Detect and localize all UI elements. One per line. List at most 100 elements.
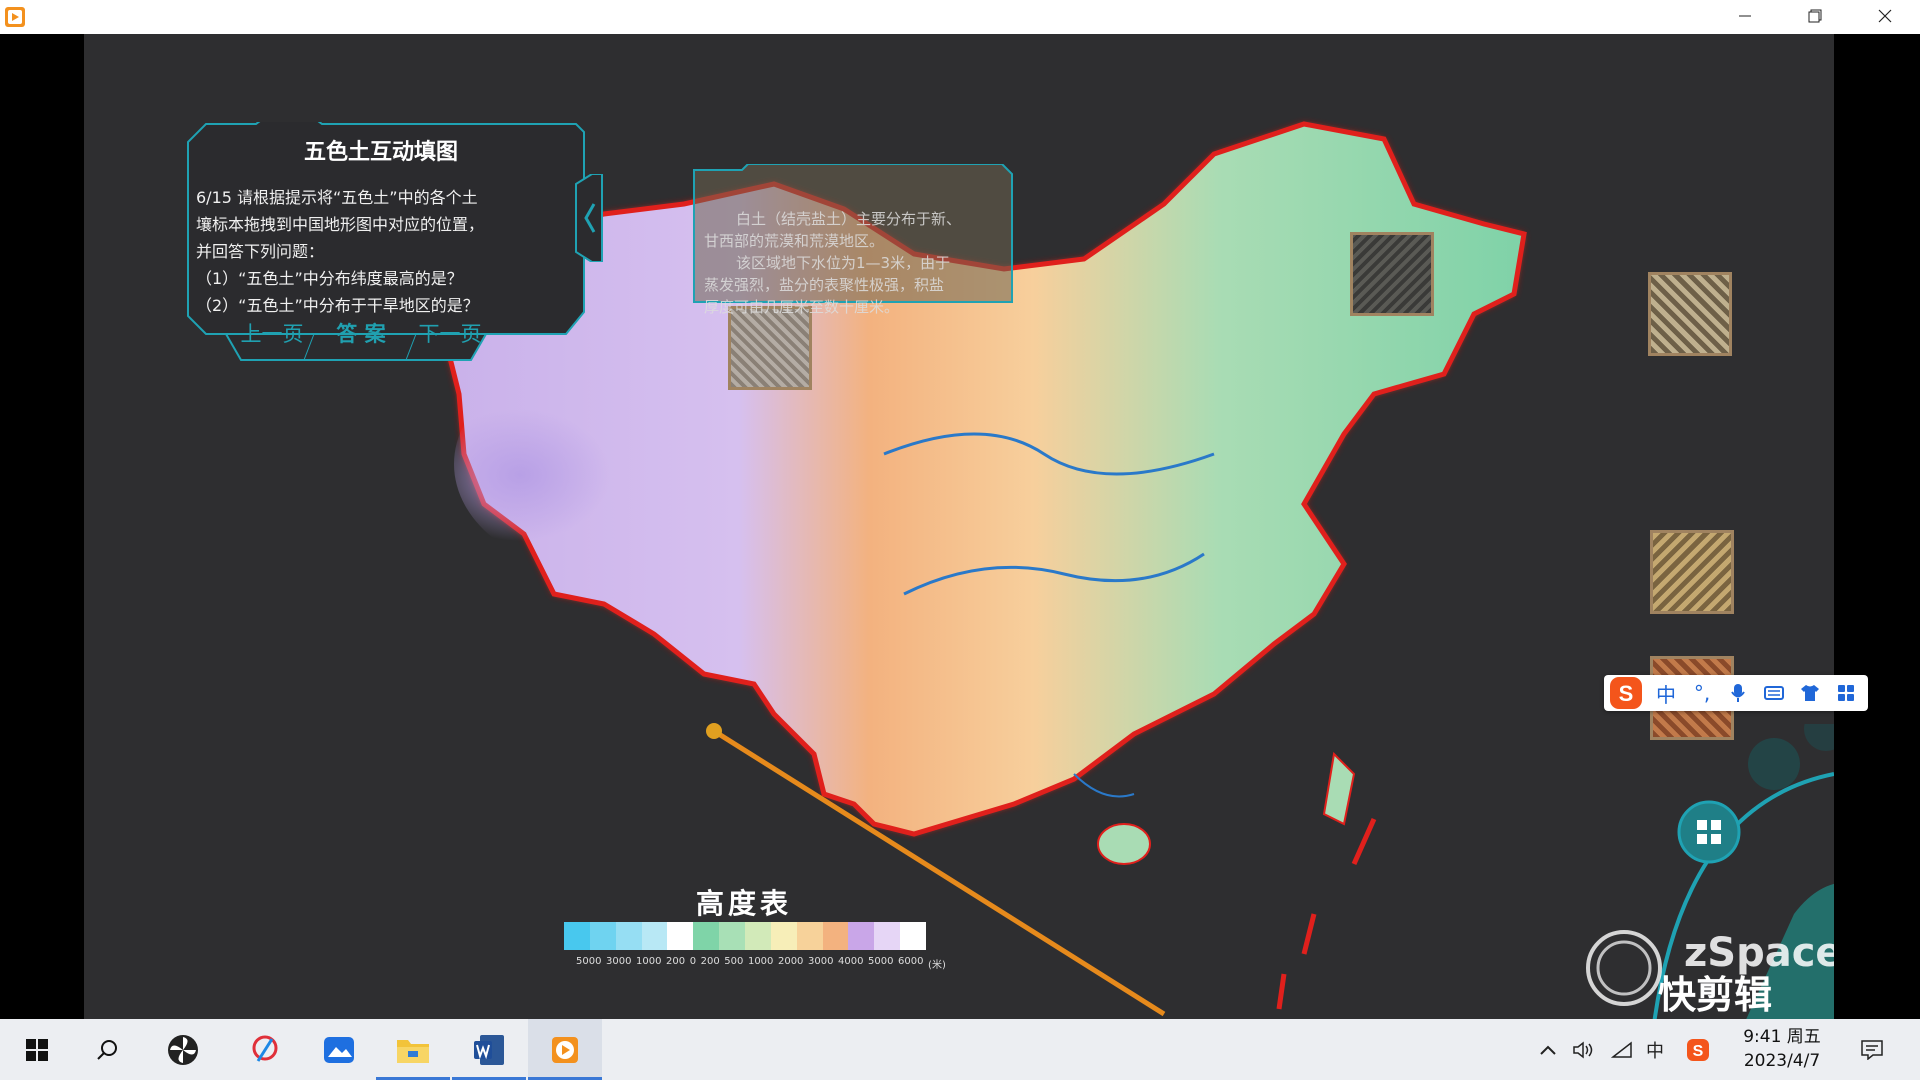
prev-page-button[interactable]: 上一页 <box>232 318 312 348</box>
clock-date: 2023/4/7 <box>1743 1051 1821 1071</box>
info-line: 厚度可由几厘米至数十厘米。 <box>704 298 900 316</box>
question-title: 五色土互动填图 <box>303 140 458 165</box>
legend-swatch <box>564 922 590 950</box>
soil-specimen-black[interactable] <box>1350 232 1434 316</box>
legend-title: 高度表 <box>696 887 793 920</box>
restore-icon <box>1808 8 1822 27</box>
question-line: （1）“五色土”中分布纬度最高的是？ <box>196 269 463 288</box>
keyboard-icon[interactable] <box>1756 675 1792 711</box>
next-page-button[interactable]: 下一页 <box>410 318 490 348</box>
legend-swatch <box>719 922 746 950</box>
legend-swatch <box>589 922 616 950</box>
skin-shirt-icon[interactable] <box>1792 675 1828 711</box>
minimize-icon <box>1738 8 1752 27</box>
folder-icon <box>397 1039 429 1063</box>
search-icon <box>97 1039 117 1060</box>
legend-label: 500 <box>724 956 744 967</box>
image-button[interactable] <box>1748 738 1800 790</box>
info-line: 该区域地下水位为1—3米，由于 <box>736 254 951 272</box>
plateau-region <box>454 354 754 574</box>
legend-label: 1000 <box>747 956 774 967</box>
question-panel: 五色土互动填图 6/15 请根据提示将“五色土”中的各个土 壤标本拖拽到中国地形… <box>186 122 586 362</box>
sogou-logo-icon[interactable]: S <box>1604 675 1648 711</box>
svg-text:S: S <box>1619 681 1634 706</box>
taskbar-app-screenshot[interactable] <box>228 1019 302 1080</box>
legend-label: 5000 <box>868 956 894 967</box>
soil-specimen-tray-2[interactable] <box>1650 530 1734 614</box>
legend-swatch <box>745 922 771 950</box>
clock[interactable]: 9:41 周五 2023/4/7 <box>1722 1025 1842 1073</box>
volume-icon[interactable] <box>1568 1019 1600 1080</box>
app-icon <box>4 6 26 28</box>
taskbar-app-word[interactable] <box>452 1019 526 1080</box>
info-line: 甘西部的荒漠和荒漠地区。 <box>704 232 885 250</box>
taskbar-app-player[interactable] <box>528 1019 602 1080</box>
question-line: 壤标本拖拽到中国地形图中对应的位置， <box>196 215 485 234</box>
legend-swatch <box>796 922 823 950</box>
taskbar-app-photos[interactable] <box>302 1019 376 1080</box>
word-icon <box>474 1034 504 1065</box>
ime-punct-button[interactable]: °, <box>1684 675 1720 711</box>
microphone-icon[interactable] <box>1720 675 1756 711</box>
soil-info-popup: 白土（结壳盐土）主要分布于新、 甘西部的荒漠和荒漠地区。 该区域地下水位为1—3… <box>692 164 1014 316</box>
tray-overflow-chevron-up-icon[interactable] <box>1534 1019 1562 1080</box>
taskbar-app-pinwheel[interactable] <box>146 1019 220 1080</box>
photos-icon <box>324 1036 354 1063</box>
legend-swatch <box>822 922 849 950</box>
ime-mode-button[interactable]: 中 <box>1648 675 1684 711</box>
close-button[interactable] <box>1850 0 1920 34</box>
minimize-button[interactable] <box>1710 0 1780 34</box>
legend-swatch <box>667 922 694 950</box>
info-line: 白土（结壳盐土）主要分布于新、 <box>736 210 962 228</box>
sogou-tray-icon[interactable]: S <box>1682 1019 1714 1080</box>
start-button[interactable] <box>0 1019 74 1080</box>
legend-swatch <box>641 922 668 950</box>
taskbar-app-explorer[interactable] <box>376 1019 450 1080</box>
legend-label: 1000 <box>636 956 662 967</box>
legend-label: 3000 <box>606 956 632 967</box>
legend-label: 3000 <box>807 956 834 967</box>
apps-button[interactable] <box>1677 800 1741 864</box>
soil-specimen-tray-1[interactable] <box>1648 272 1732 356</box>
answer-button[interactable]: 答 案 <box>316 318 406 348</box>
legend-swatch <box>693 922 720 950</box>
window-title-bar <box>0 0 1920 34</box>
info-line: 蒸发强烈，盐分的表聚性极强，积盐 <box>704 276 945 294</box>
watermark-logo: zSpace 快剪辑 <box>1584 930 1834 1017</box>
legend-swatch <box>770 922 797 950</box>
sea-boundary-dashes <box>1276 817 1377 1010</box>
question-line: 并回答下列问题： <box>196 242 325 261</box>
scissors-icon <box>252 1035 278 1062</box>
toolbox-grid-icon[interactable] <box>1828 675 1864 711</box>
network-wifi-icon[interactable] <box>1606 1019 1638 1080</box>
notification-icon <box>1861 1039 1883 1060</box>
svg-text:S: S <box>1693 1043 1704 1060</box>
legend-label: 200 <box>700 956 720 967</box>
river-pearl <box>1073 773 1135 798</box>
question-line: 6/15 请根据提示将“五色土”中的各个土 <box>196 188 478 207</box>
pinwheel-icon <box>168 1034 198 1065</box>
legend-label: 0 <box>689 956 697 967</box>
drag-handle[interactable] <box>706 723 722 739</box>
windows-logo-icon <box>26 1038 48 1061</box>
soil-specimen-white[interactable] <box>728 306 812 390</box>
collapse-panel-button[interactable] <box>572 173 606 263</box>
search-button[interactable] <box>70 1019 144 1080</box>
legend-label: 6000 <box>898 956 924 967</box>
legend-label: 4000 <box>838 956 864 967</box>
hainan-island <box>1097 823 1151 865</box>
taiwan-island <box>1322 751 1356 826</box>
legend-label: 200 <box>666 956 686 967</box>
legend-label: 5000 <box>576 956 602 967</box>
legend-label: 2000 <box>777 956 804 967</box>
legend-swatch <box>900 922 927 950</box>
legend-color-bar <box>564 922 927 950</box>
restore-button[interactable] <box>1780 0 1850 34</box>
legend-swatch <box>874 922 901 950</box>
clock-time: 9:41 周五 <box>1743 1027 1821 1047</box>
notification-center-button[interactable] <box>1852 1019 1892 1080</box>
trophy-button[interactable] <box>1804 724 1834 751</box>
input-language-indicator[interactable]: 中 <box>1640 1019 1670 1080</box>
apps-icon <box>1697 820 1707 830</box>
close-icon <box>1878 8 1892 27</box>
